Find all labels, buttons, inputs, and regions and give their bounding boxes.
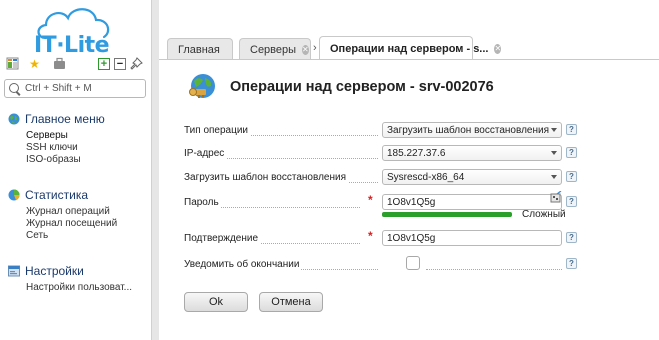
search-icon [9, 82, 21, 95]
tab-label: Операции над сервером - s... [330, 42, 489, 55]
operation-type-value: Загрузить шаблон восстановления [387, 124, 549, 136]
field-label: Тип операции [184, 125, 251, 136]
close-icon[interactable]: ✕ [494, 43, 502, 54]
form-row-template: Загрузить шаблон восстановления Sysrescd… [184, 169, 624, 185]
search-input[interactable] [25, 83, 143, 94]
section-title: Главное меню [25, 112, 105, 126]
password-strength-label: Сложный [522, 209, 566, 220]
field-label: Пароль [184, 197, 221, 208]
ok-button[interactable]: Ok [184, 292, 248, 312]
field-label: Подтверждение [184, 233, 261, 244]
section-settings-header[interactable]: Настройки [8, 263, 132, 279]
section-main-menu: Главное меню Серверы SSH ключи ISO-образ… [8, 111, 105, 166]
sidebar-item-visits-log[interactable]: Журнал посещений [26, 218, 117, 230]
form-row-operation-type: Тип операции Загрузить шаблон восстановл… [184, 122, 624, 138]
ip-address-select[interactable]: 185.227.37.6 [382, 145, 562, 161]
page-header: Операции над сервером - srv-002076 [188, 72, 494, 102]
pie-chart-icon [8, 189, 20, 201]
form-row-confirm: Подтверждение * 1O8v1Q5g ? [184, 229, 624, 246]
help-icon[interactable]: ? [566, 258, 577, 269]
notify-checkbox[interactable] [406, 256, 420, 270]
briefcase-icon[interactable] [52, 56, 67, 71]
help-icon[interactable]: ? [566, 232, 577, 243]
help-icon[interactable]: ? [566, 147, 577, 158]
section-statistics: Статистика Журнал операций Журнал посеще… [8, 187, 117, 242]
chevron-right-icon: › [313, 42, 317, 54]
tab-label: Главная [178, 43, 220, 56]
section-statistics-header[interactable]: Статистика [8, 187, 117, 203]
confirm-password-field[interactable]: 1O8v1Q5g [382, 230, 562, 246]
globe-icon [8, 113, 20, 125]
template-value: Sysrescd-x86_64 [387, 171, 465, 183]
generate-password-icon[interactable] [550, 191, 562, 203]
help-icon[interactable]: ? [566, 196, 577, 207]
sidebar: IT·Lite ★ + − Главное меню Серверы SSH к… [0, 0, 151, 340]
pin-icon[interactable] [129, 56, 144, 71]
dashboard-icon[interactable] [5, 56, 20, 71]
form-row-password: Пароль * 1O8v1Q5g ? [184, 191, 624, 210]
page-title: Операции над сервером - srv-002076 [230, 79, 494, 95]
password-strength-fill [382, 212, 512, 217]
ip-address-value: 185.227.37.6 [387, 147, 446, 159]
sidebar-item-iso-images[interactable]: ISO-образы [26, 154, 105, 166]
sidebar-item-user-settings[interactable]: Настройки пользоват... [26, 282, 132, 294]
sidebar-toolbar: ★ + − [5, 56, 145, 74]
sidebar-item-servers[interactable]: Серверы [26, 130, 105, 142]
tab-bar: Главная Серверы ✕ › Операции над серверо… [159, 36, 659, 60]
cancel-button[interactable]: Отмена [259, 292, 323, 312]
section-title: Статистика [25, 188, 89, 202]
help-icon[interactable]: ? [566, 171, 577, 182]
section-main-menu-header[interactable]: Главное меню [8, 111, 105, 127]
template-select[interactable]: Sysrescd-x86_64 [382, 169, 562, 185]
star-icon[interactable]: ★ [27, 56, 42, 71]
main-content: Операции над сервером - srv-002076 Тип о… [160, 60, 659, 340]
password-strength-bar [382, 212, 512, 217]
collapse-all-icon[interactable]: − [114, 58, 126, 70]
chevron-down-icon [551, 128, 557, 132]
app-logo-text: IT·Lite [34, 33, 110, 58]
chevron-down-icon [551, 175, 557, 179]
confirm-password-value: 1O8v1Q5g [387, 232, 436, 244]
required-asterisk-icon: * [368, 193, 373, 207]
settings-window-icon [8, 265, 20, 277]
globe-key-icon [189, 74, 215, 98]
section-title: Настройки [25, 264, 84, 278]
form-row-notify: Уведомить об окончании ? [184, 256, 624, 272]
password-value: 1O8v1Q5g [387, 196, 436, 208]
tab-home[interactable]: Главная [167, 38, 233, 60]
password-field[interactable]: 1O8v1Q5g [382, 194, 562, 210]
operation-type-select[interactable]: Загрузить шаблон восстановления [382, 122, 562, 138]
sidebar-splitter[interactable] [151, 0, 159, 340]
checkbox-leader [426, 269, 562, 270]
field-label: Уведомить об окончании [184, 259, 302, 270]
form-row-ip-address: IP-адрес 185.227.37.6 ? [184, 145, 624, 161]
expand-all-icon[interactable]: + [98, 58, 110, 70]
chevron-down-icon [551, 151, 557, 155]
field-label: Загрузить шаблон восстановления [184, 172, 348, 183]
sidebar-item-ssh-keys[interactable]: SSH ключи [26, 142, 105, 154]
tab-server-operations[interactable]: Операции над сервером - s... ✕ [319, 36, 502, 60]
required-asterisk-icon: * [368, 229, 373, 243]
help-icon[interactable]: ? [566, 124, 577, 135]
sidebar-item-operations-log[interactable]: Журнал операций [26, 206, 117, 218]
section-settings: Настройки Настройки пользоват... [8, 263, 132, 294]
tab-servers[interactable]: Серверы ✕ [239, 38, 311, 60]
field-label: IP-адрес [184, 148, 227, 159]
search-box[interactable] [4, 79, 146, 98]
tab-label: Серверы [250, 43, 297, 56]
sidebar-item-network[interactable]: Сеть [26, 230, 117, 242]
close-icon[interactable]: ✕ [302, 44, 309, 55]
